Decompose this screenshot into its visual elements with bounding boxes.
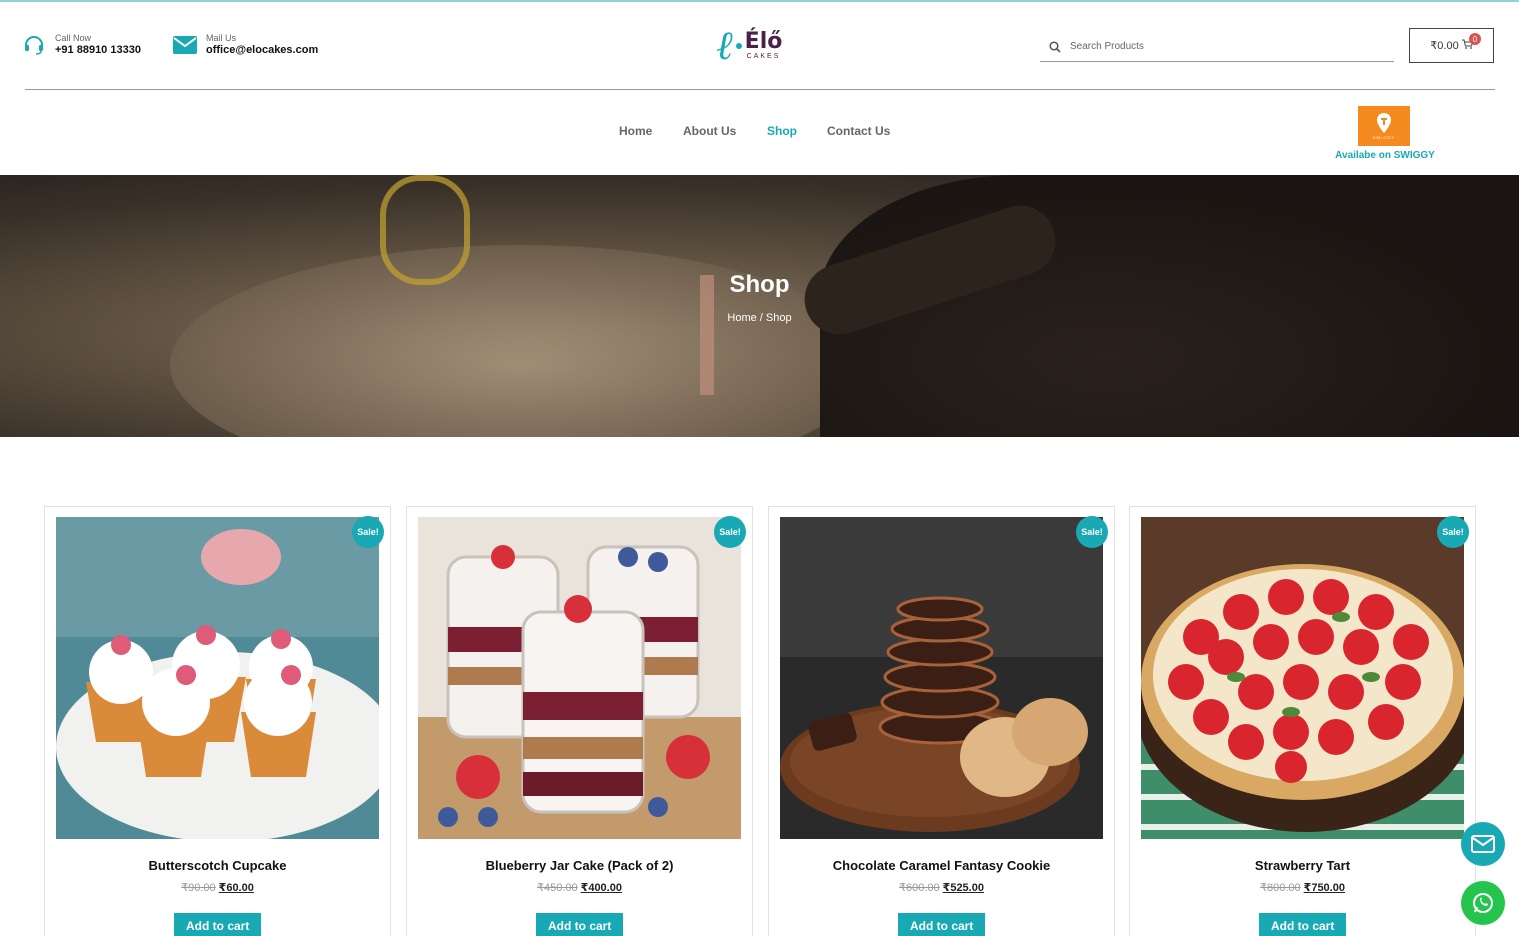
floating-mail-button[interactable] [1461,822,1505,866]
envelope-icon [1471,835,1495,853]
logo-mark: ℓ [716,23,733,69]
product-name[interactable]: Blueberry Jar Cake (Pack of 2) [407,858,752,873]
site-header: Call Now +91 88910 13330 Mail Us office@… [0,2,1519,175]
sale-badge: Sale! [352,516,384,548]
phone-number[interactable]: +91 88910 13330 [55,43,141,57]
sale-price: ₹750.00 [1303,882,1345,894]
page-title: Shop [729,271,790,298]
floating-whatsapp-button[interactable] [1461,881,1505,925]
product-card[interactable]: Sale! Strawberry Tart ₹800.00 ₹750.00 Add… [1129,506,1476,936]
product-price: ₹600.00 ₹525.00 [769,881,1114,894]
call-now-block[interactable]: Call Now +91 88910 13330 [21,32,141,58]
add-to-cart-button[interactable]: Add to cart [1259,913,1347,936]
logo-dot [735,43,742,49]
nav-home[interactable]: Home [619,124,652,138]
swiggy-logo[interactable]: SWIGGY [1358,106,1410,146]
swiggy-pin-icon [1377,112,1391,133]
sale-badge: Sale! [714,516,746,548]
mail-us-label: Mail Us [206,33,237,43]
product-image-strawberry-tart[interactable] [1141,517,1464,839]
sale-badge: Sale! [1076,516,1108,548]
sale-price: ₹400.00 [580,882,622,894]
cart-count-badge: 0 [1469,33,1481,45]
mail-us-block[interactable]: Mail Us office@elocakes.com [172,32,318,58]
shop-banner: Shop Home / Shop [0,175,1519,437]
product-price: ₹450.00 ₹400.00 [407,881,752,894]
search-bar [1040,32,1394,62]
cart-total: ₹0.00 [1430,40,1459,52]
search-input[interactable] [1070,41,1370,52]
product-image-blueberry-jar[interactable] [418,517,741,839]
add-to-cart-button[interactable]: Add to cart [174,913,262,936]
product-name[interactable]: Strawberry Tart [1130,858,1475,873]
swiggy-label[interactable]: Availabe on SWIGGY [1330,150,1440,161]
email-address[interactable]: office@elocakes.com [206,43,318,57]
add-to-cart-button[interactable]: Add to cart [536,913,624,936]
product-card[interactable]: Sale! Butterscotch Cupcake ₹90.00 ₹60.00 … [44,506,391,936]
breadcrumb[interactable]: Home / Shop [0,312,1519,324]
sale-price: ₹60.00 [218,882,254,894]
old-price: ₹800.00 [1260,882,1301,894]
nav-about-us[interactable]: About Us [683,124,736,138]
product-card[interactable]: Sale! Chocolate Caramel Fantasy Cookie ₹… [768,506,1115,936]
nav-contact-us[interactable]: Contact Us [827,124,890,138]
whatsapp-icon [1473,893,1493,913]
product-price: ₹800.00 ₹750.00 [1130,881,1475,894]
headset-icon [21,32,47,58]
banner-topper-decoration [380,175,470,285]
main-nav: Home About Us Shop Contact Us [0,124,1519,144]
logo-name: Élő [744,29,783,54]
sale-badge: Sale! [1437,516,1469,548]
sale-price: ₹525.00 [942,882,984,894]
envelope-icon [172,32,198,58]
swiggy-badge-text: SWIGGY [1372,134,1396,140]
product-image-chocolate-cookie[interactable] [780,517,1103,839]
old-price: ₹450.00 [537,882,578,894]
cart-button[interactable]: ₹0.00 0 [1409,28,1494,63]
old-price: ₹600.00 [899,882,940,894]
product-name[interactable]: Butterscotch Cupcake [45,858,390,873]
add-to-cart-button[interactable]: Add to cart [898,913,986,936]
call-now-label: Call Now [55,33,92,43]
product-image-cupcake[interactable] [56,517,379,839]
nav-shop[interactable]: Shop [767,124,797,138]
product-card[interactable]: Sale! Blueberry Jar Cake (Pack of 2) ₹45… [406,506,753,936]
old-price: ₹90.00 [181,882,216,894]
swiggy-link[interactable]: SWIGGY Availabe on SWIGGY [1330,106,1440,166]
search-icon[interactable] [1040,40,1070,53]
site-logo[interactable]: ℓ Élő CAKES [716,22,806,70]
product-name[interactable]: Chocolate Caramel Fantasy Cookie [769,858,1114,873]
product-price: ₹90.00 ₹60.00 [45,881,390,894]
header-divider [25,89,1495,90]
logo-subtitle: CAKES [746,53,781,60]
